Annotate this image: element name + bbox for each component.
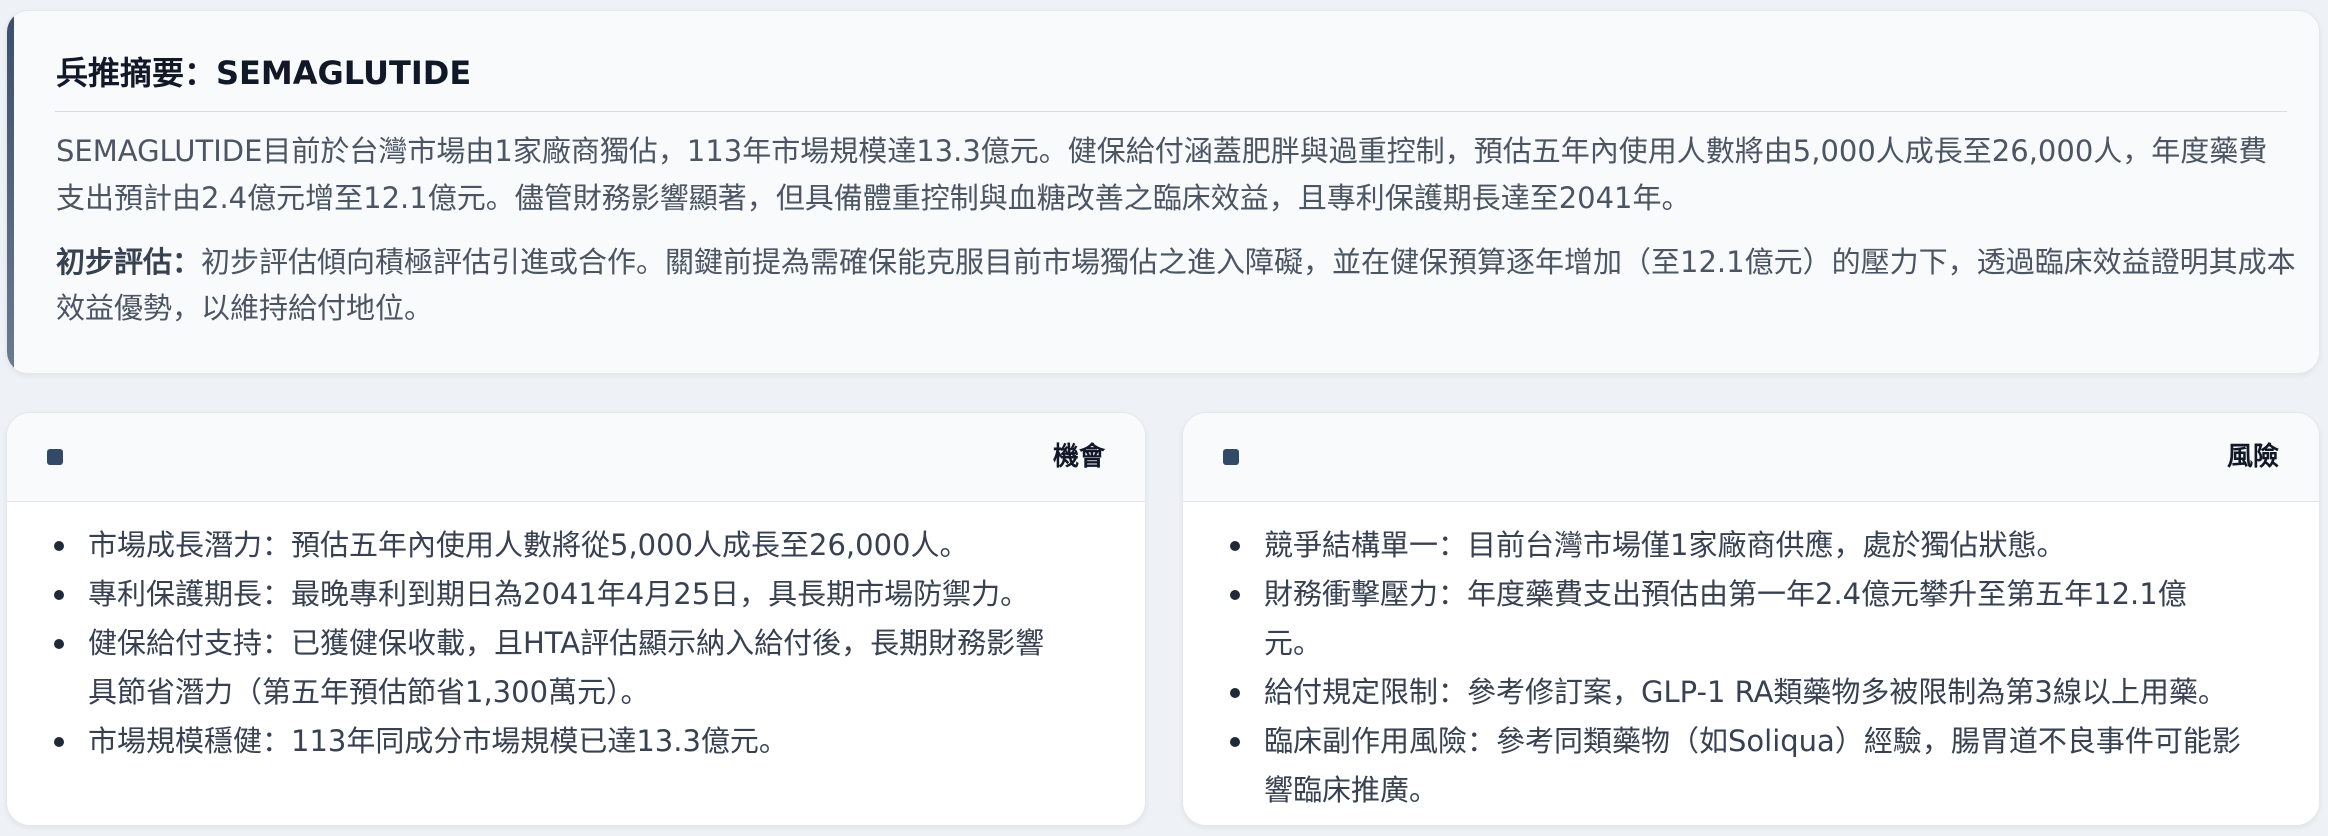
opportunities-title: 機會 <box>1052 442 1105 472</box>
bullet-icon <box>1230 688 1240 698</box>
bullet-icon <box>54 737 64 747</box>
opportunities-header: 機會 <box>7 413 1145 502</box>
bullet-icon <box>54 590 64 600</box>
list-item: 財務衝擊壓力：年度藥費支出預估由第一年2.4億元攀升至第五年12.1億元。 <box>1183 570 2243 668</box>
summary-card: 兵推摘要：SEMAGLUTIDE SEMAGLUTIDE目前於台灣市場由1家廠商… <box>6 10 2320 374</box>
list-item-text: 臨床副作用風險：參考同類藥物（如Soliqua）經驗，腸胃道不良事件可能影響臨床… <box>1264 724 2241 807</box>
summary-paragraph: SEMAGLUTIDE目前於台灣市場由1家廠商獨佔，113年市場規模達13.3億… <box>56 134 2268 215</box>
list-item: 競爭結構單一：目前台灣市場僅1家廠商供應，處於獨佔狀態。 <box>1183 521 2243 570</box>
list-item: 給付規定限制：參考修訂案，GLP-1 RA類藥物多被限制為第3線以上用藥。 <box>1183 668 2243 717</box>
risks-marker-icon <box>1223 449 1239 465</box>
summary-divider <box>55 111 2287 112</box>
list-item-text: 市場成長潛力：預估五年內使用人數將從5,000人成長至26,000人。 <box>88 528 969 562</box>
bullet-icon <box>1230 737 1240 747</box>
list-item-text: 財務衝擊壓力：年度藥費支出預估由第一年2.4億元攀升至第五年12.1億元。 <box>1264 577 2187 660</box>
assessment-label: 初步評估： <box>56 245 202 279</box>
list-item: 市場規模穩健：113年同成分市場規模已達13.3億元。 <box>7 717 1067 766</box>
opportunities-list: 市場成長潛力：預估五年內使用人數將從5,000人成長至26,000人。 專利保護… <box>7 521 1067 766</box>
bullet-icon <box>54 541 64 551</box>
list-item-text: 給付規定限制：參考修訂案，GLP-1 RA類藥物多被限制為第3線以上用藥。 <box>1264 675 2227 709</box>
bullet-icon <box>54 639 64 649</box>
risks-header: 風險 <box>1183 413 2319 502</box>
list-item: 臨床副作用風險：參考同類藥物（如Soliqua）經驗，腸胃道不良事件可能影響臨床… <box>1183 717 2243 815</box>
risks-title: 風險 <box>2226 442 2279 472</box>
list-item-text: 專利保護期長：最晚專利到期日為2041年4月25日，具長期市場防禦力。 <box>88 577 1030 611</box>
opportunities-marker-icon <box>47 449 63 465</box>
opportunities-panel: 機會 市場成長潛力：預估五年內使用人數將從5,000人成長至26,000人。 專… <box>6 412 1146 826</box>
list-item: 健保給付支持：已獲健保收載，且HTA評估顯示納入給付後，長期財務影響具節省潛力（… <box>7 619 1067 717</box>
risks-panel: 風險 競爭結構單一：目前台灣市場僅1家廠商供應，處於獨佔狀態。 財務衝擊壓力：年… <box>1182 412 2320 826</box>
assessment-text: 初步評估傾向積極評估引進或合作。關鍵前提為需確保能克服目前市場獨佔之進入障礙，並… <box>56 245 2296 325</box>
bullet-icon <box>1230 590 1240 600</box>
risks-list: 競爭結構單一：目前台灣市場僅1家廠商供應，處於獨佔狀態。 財務衝擊壓力：年度藥費… <box>1183 521 2243 815</box>
list-item-text: 競爭結構單一：目前台灣市場僅1家廠商供應，處於獨佔狀態。 <box>1264 528 2066 562</box>
bullet-icon <box>1230 541 1240 551</box>
list-item-text: 健保給付支持：已獲健保收載，且HTA評估顯示納入給付後，長期財務影響具節省潛力（… <box>88 626 1045 709</box>
list-item: 市場成長潛力：預估五年內使用人數將從5,000人成長至26,000人。 <box>7 521 1067 570</box>
list-item: 專利保護期長：最晚專利到期日為2041年4月25日，具長期市場防禦力。 <box>7 570 1067 619</box>
summary-assessment: 初步評估：初步評估傾向積極評估引進或合作。關鍵前提為需確保能克服目前市場獨佔之進… <box>56 239 2296 331</box>
summary-title: 兵推摘要：SEMAGLUTIDE <box>56 54 472 92</box>
list-item-text: 市場規模穩健：113年同成分市場規模已達13.3億元。 <box>88 724 788 758</box>
summary-accent-bar <box>7 11 14 373</box>
